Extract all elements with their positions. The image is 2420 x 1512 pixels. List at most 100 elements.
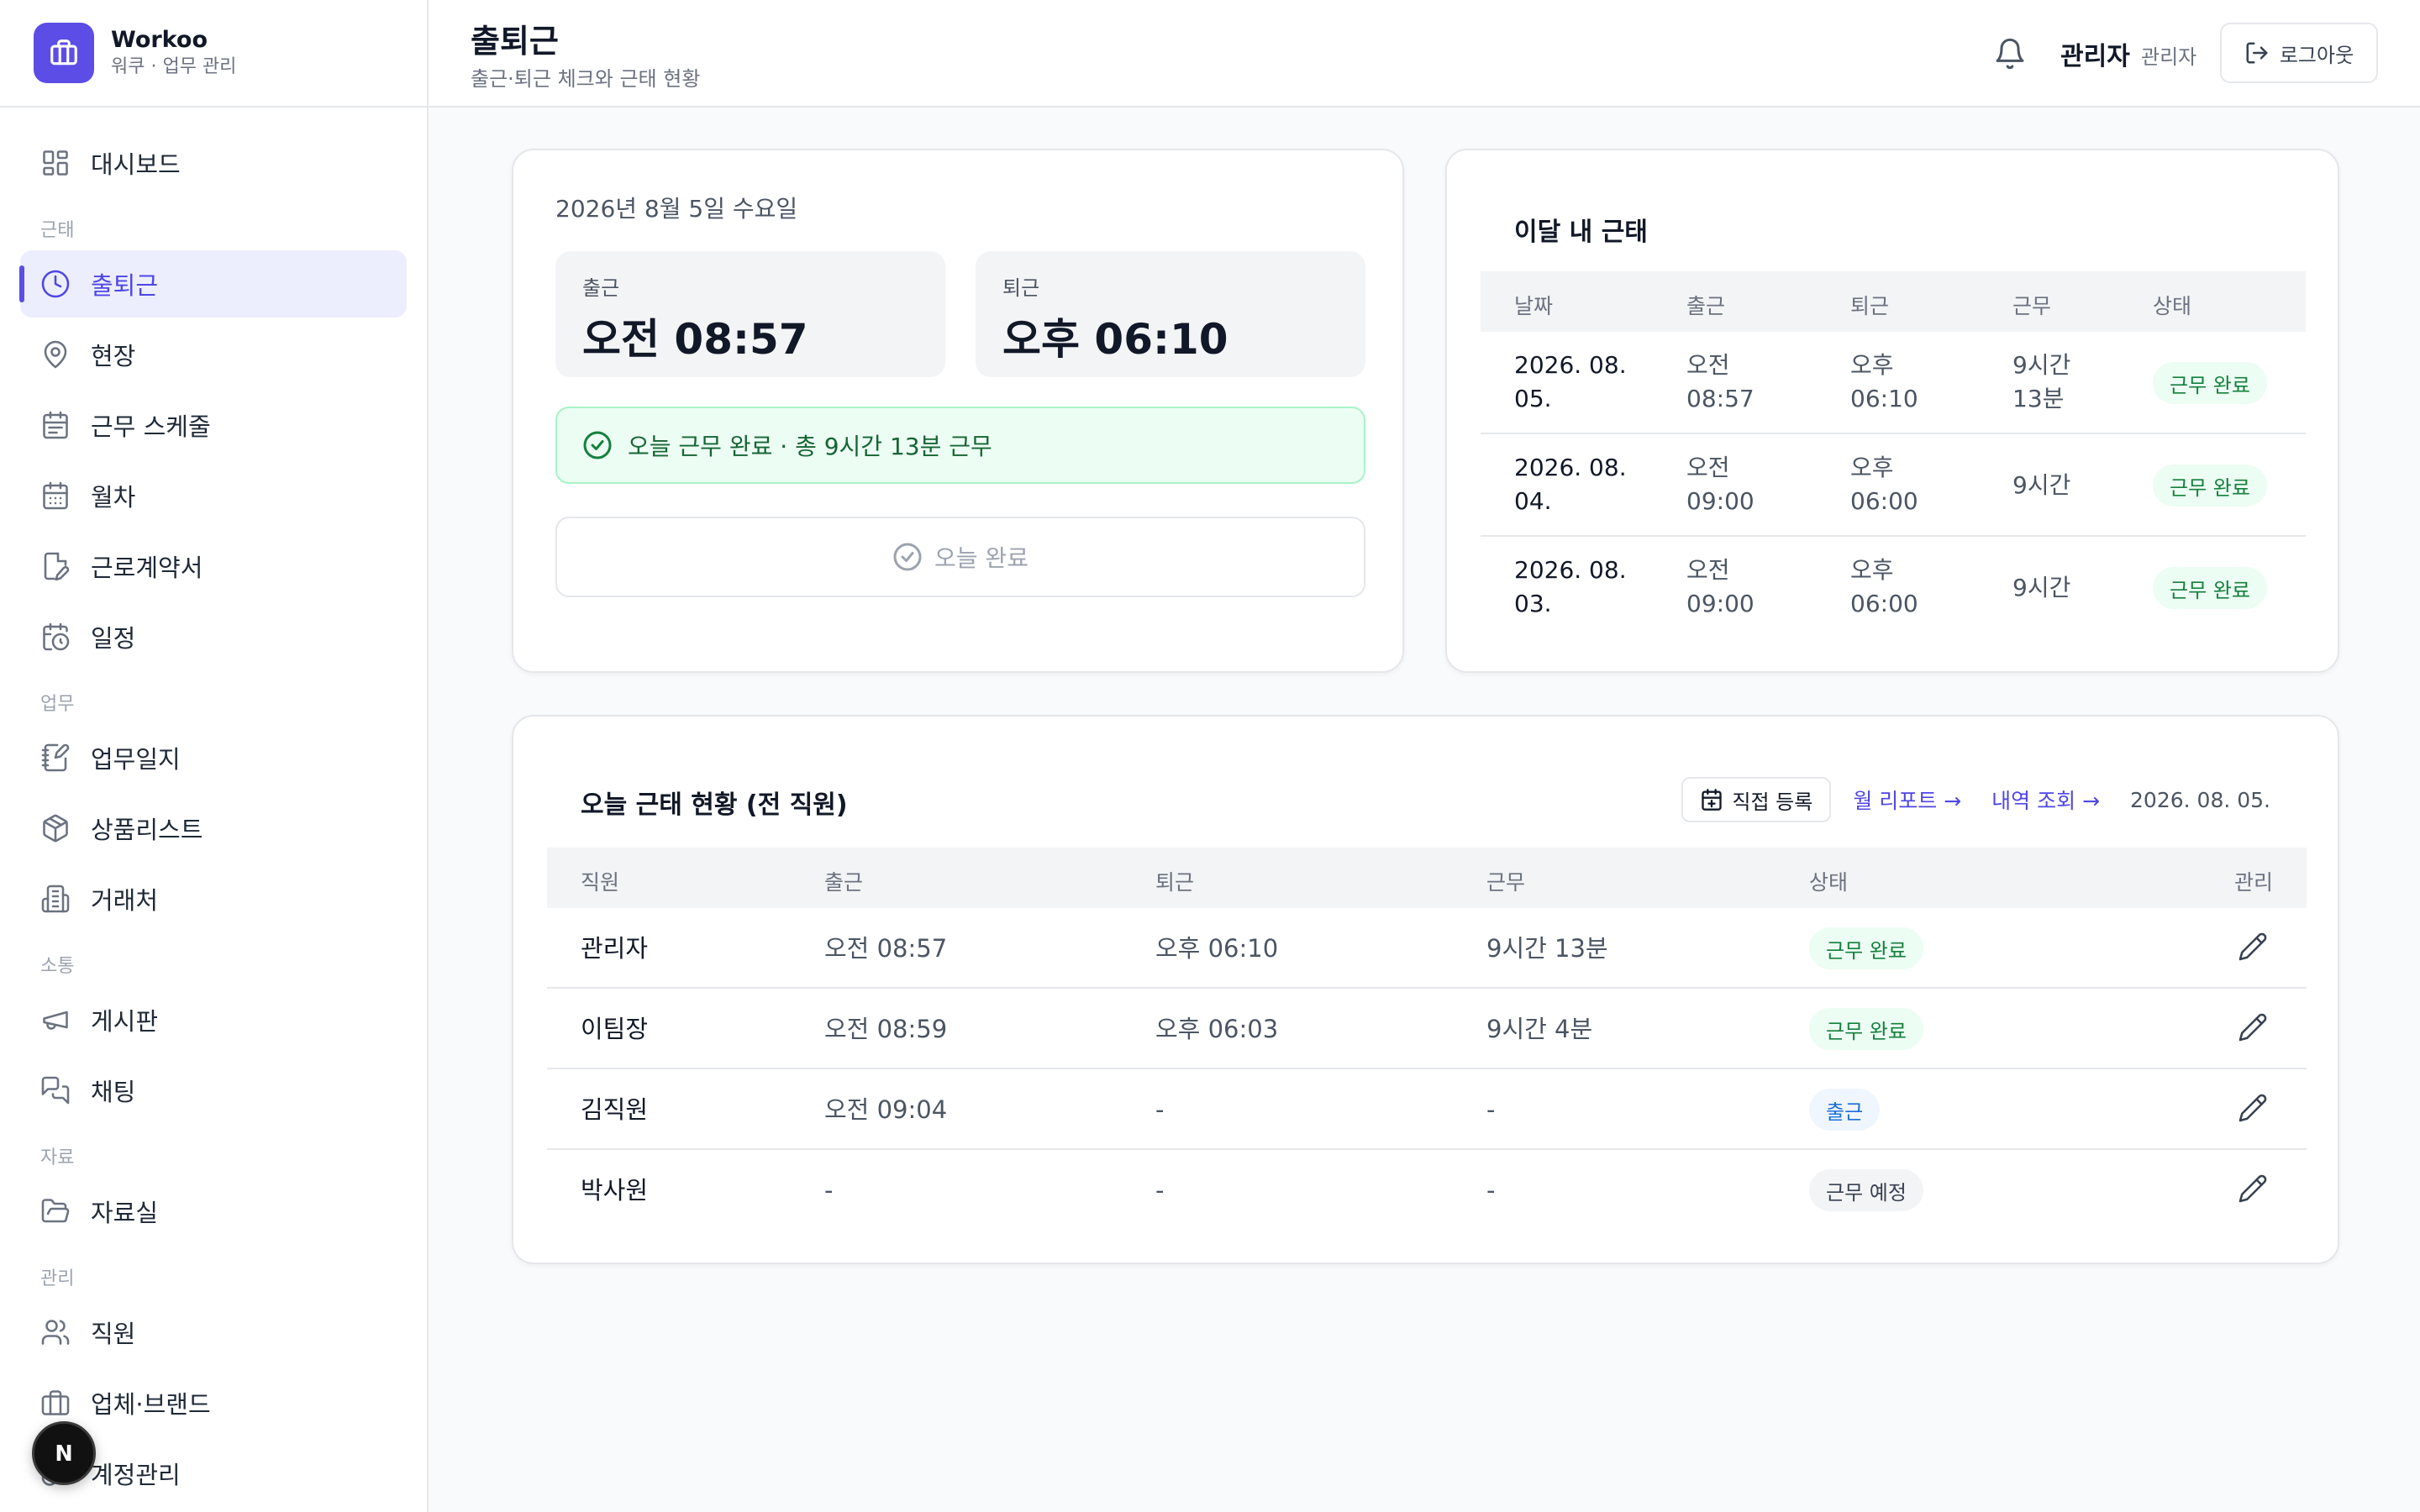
column-header: 관리 [2233,870,2273,895]
cell-line: 05. [1514,385,1552,412]
table-row[interactable]: 관리자 오전 08:57 오후 06:10 9시간 13분 근무 완료 [547,908,2307,989]
column-header: 출근 [1686,294,1726,318]
cell-line: 오전 [1686,454,1730,481]
next-dev-button[interactable]: N [32,1421,96,1485]
cell-work: - [1486,1095,1496,1124]
cell-in: 오전 08:57 [1686,349,1754,416]
sidebar-item-3[interactable]: 현장 [20,321,407,388]
status-badge: 근무 완료 [2153,567,2267,609]
checkin-time: 오전 08:57 [582,315,808,364]
sidebar-item-label: 채팅 [91,1078,136,1106]
table-row[interactable]: 박사원 - - - 근무 예정 [547,1150,2307,1231]
sidebar-item-label: 대시보드 [91,150,181,179]
sidebar-item-14[interactable]: 채팅 [20,1057,407,1124]
cell-out: - [1155,1095,1165,1124]
map-pin-icon [40,339,71,370]
checkin-card: 2026년 8월 5일 수요일 출근 오전 08:57 퇴근 오후 06:10 … [512,149,1404,673]
sidebar-item-label: 근무 스케줄 [91,412,211,441]
checkin-time-box: 출근 오전 08:57 [555,251,945,377]
sidebar-item-11[interactable]: 거래처 [20,865,407,932]
table-row[interactable]: 2026. 08. 04. 오전 09:00 오후 06:00 9시간 근무 완료 [1481,434,2306,537]
sidebar-item-18[interactable]: 직원 [20,1299,407,1366]
calendar-clock-icon [40,622,71,652]
users-icon [40,1317,71,1347]
cell-work: - [1486,1176,1496,1205]
file-edit-icon [40,551,71,581]
work-done-text: 오늘 근무 완료 · 총 9시간 13분 근무 [628,433,992,460]
pencil-icon[interactable] [2238,1173,2268,1204]
svg-text:N: N [55,1441,72,1467]
page-subtitle: 출근·퇴근 체크와 근태 현황 [471,67,701,91]
sidebar-item-7[interactable]: 일정 [20,603,407,670]
column-header: 근무 [1486,870,1526,895]
table-row[interactable]: 2026. 08. 03. 오전 09:00 오후 06:00 9시간 근무 완료 [1481,537,2306,639]
sidebar-item-label: 현장 [91,342,136,370]
column-header: 날짜 [1514,294,1554,318]
manual-register-button[interactable]: 직접 등록 [1681,777,1832,822]
work-done-banner: 오늘 근무 완료 · 총 9시간 13분 근무 [555,407,1365,484]
history-link[interactable]: 내역 조회 → [1991,785,2100,815]
cell-line: 04. [1514,487,1552,515]
manual-register-label: 직접 등록 [1732,790,1813,814]
monthly-title: 이달 내 근태 [1514,218,1648,247]
briefcase-icon [40,1388,71,1418]
pencil-icon[interactable] [2238,1093,2268,1123]
cell-out: 오후 06:10 [1850,349,1918,416]
today-done-button[interactable]: 오늘 완료 [555,517,1365,597]
cell-out: 오후 06:00 [1850,554,1918,621]
cell-in: 오전 08:59 [824,1015,948,1043]
brand-subtitle: 워쿠 · 업무 관리 [111,56,237,77]
sidebar-item-label: 출퇴근 [91,271,159,300]
calendar-icon [40,480,71,511]
cell-line: 08:57 [1686,385,1754,412]
cell-in: 오전 09:00 [1686,451,1754,518]
sidebar-item-2[interactable]: 출퇴근 [19,250,407,318]
pencil-icon[interactable] [2238,932,2268,962]
nav-section-label: 소통 [40,956,75,977]
brand[interactable]: Workoo 워쿠 · 업무 관리 [0,0,427,108]
sidebar-item-label: 자료실 [91,1199,159,1227]
status-badge: 근무 완료 [1809,1008,1923,1050]
today-table: 직원 출근 퇴근 근무 상태 관리 관리자 오전 08:57 오후 06:10 9시간 13분 근무… [547,848,2307,1226]
sidebar-item-16[interactable]: 자료실 [20,1178,407,1245]
sidebar-item-label: 일정 [91,624,136,653]
logout-button[interactable]: 로그아웃 [2220,23,2378,83]
cell-out: 오후 06:10 [1155,934,1279,963]
today-title: 오늘 근태 현황 (전 직원) [581,790,848,820]
monthly-table: 날짜 출근 퇴근 근무 상태 2026. 08. 05. 오전 08:57 오후 06:10 9시간 1… [1481,271,2306,633]
table-row[interactable]: 2026. 08. 05. 오전 08:57 오후 06:10 9시간 13분 근무 완료 [1481,332,2306,434]
monthly-report-link[interactable]: 월 리포트 → [1853,785,1961,815]
sidebar-item-10[interactable]: 상품리스트 [20,795,407,862]
cell-work: 9시간 13분 [2012,349,2070,416]
cell-work: 9시간 4분 [1486,1015,1593,1043]
table-row[interactable]: 김직원 오전 09:04 - - 출근 [547,1069,2307,1150]
sidebar-item-9[interactable]: 업무일지 [20,724,407,791]
logout-label: 로그아웃 [2279,43,2354,67]
pencil-icon[interactable] [2238,1012,2268,1042]
cell-name: 관리자 [581,934,649,963]
check-circle-icon [893,543,922,571]
table-row[interactable]: 이팀장 오전 08:59 오후 06:03 9시간 4분 근무 완료 [547,989,2307,1069]
sidebar-item-label: 근로계약서 [91,554,203,582]
grid-icon [40,148,71,178]
folder-icon [40,1196,71,1226]
bell-icon[interactable] [1993,37,2027,71]
notebook-pen-icon [40,743,71,773]
cell-line: 2026. 08. [1514,351,1627,379]
cell-line: 03. [1514,590,1552,617]
sidebar-item-4[interactable]: 근무 스케줄 [20,391,407,459]
sidebar-item-5[interactable]: 월차 [20,462,407,529]
cell-line: 오후 [1850,556,1894,584]
cell-line: 2026. 08. [1514,454,1627,481]
sidebar-item-6[interactable]: 근로계약서 [20,533,407,600]
sidebar-item-label: 월차 [91,483,136,512]
monthly-attendance-card: 이달 내 근태 날짜 출근 퇴근 근무 상태 2026. 08. 05. 오전 08:57 오후 0… [1445,149,2339,673]
sidebar-item-0[interactable]: 대시보드 [20,129,407,197]
sidebar-item-label: 거래처 [91,886,159,915]
sidebar-item-13[interactable]: 게시판 [20,986,407,1053]
user-role: 관리자 [2141,45,2197,69]
nav-section-label: 근태 [40,220,75,241]
brand-name: Workoo [111,27,208,53]
cell-line: 9시간 [2012,574,2071,601]
sidebar-nav: 대시보드 근태 출퇴근 현장 근무 스케줄 월차 근로계약서 일정 업무 업무일지 상품리스트 거래처… [0,108,427,1507]
